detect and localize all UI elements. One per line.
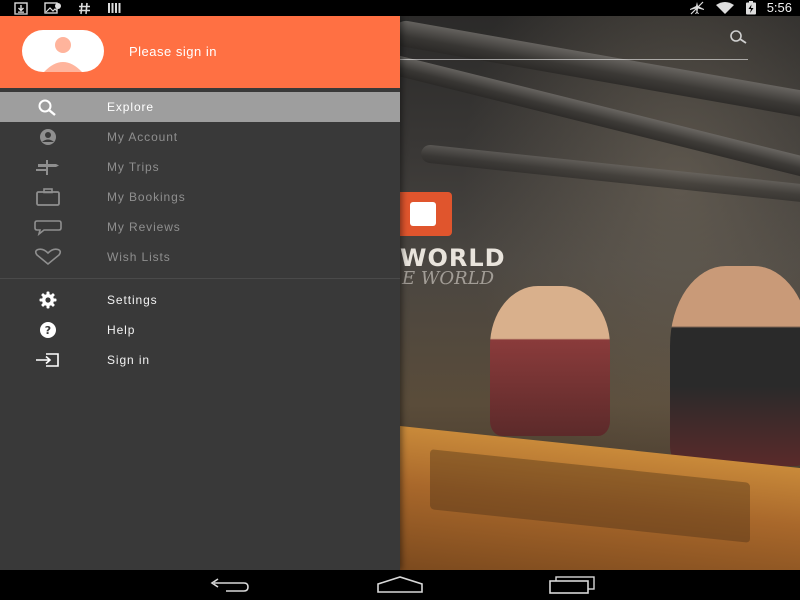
- search-underline: [400, 59, 748, 60]
- avatar-placeholder-icon: [44, 37, 82, 72]
- status-bar-notifications: [14, 0, 123, 16]
- drawer-item-my-reviews[interactable]: My Reviews: [0, 212, 400, 242]
- drawer-header[interactable]: Please sign in: [0, 16, 400, 88]
- signpost-icon: [32, 152, 64, 182]
- drawer-item-help[interactable]: ? Help: [0, 315, 400, 345]
- sign-in-icon: [32, 345, 64, 375]
- speech-bubble-icon: [32, 212, 64, 242]
- drawer-item-label: My Account: [107, 130, 179, 144]
- drawer-item-label: My Trips: [107, 160, 160, 174]
- svg-text:?: ?: [45, 324, 51, 337]
- navigation-drawer: Please sign in Explore My Account My Tri…: [0, 16, 400, 570]
- gear-icon: [32, 285, 64, 315]
- barcode-icon: [107, 2, 123, 14]
- explore-background: WORLD E WORLD: [400, 16, 800, 570]
- drawer-item-label: Settings: [107, 293, 158, 307]
- drawer-item-label: My Reviews: [107, 220, 181, 234]
- drawer-item-wish-lists[interactable]: Wish Lists: [0, 242, 400, 272]
- system-nav-bar: [0, 570, 800, 600]
- background-photo-person: [670, 266, 800, 466]
- drawer-item-label: Sign in: [107, 353, 150, 367]
- signin-prompt[interactable]: Please sign in: [129, 44, 217, 59]
- drawer-item-my-trips[interactable]: My Trips: [0, 152, 400, 182]
- briefcase-icon: [32, 182, 64, 212]
- avatar[interactable]: [22, 30, 104, 72]
- drawer-item-explore[interactable]: Explore: [0, 92, 400, 122]
- drawer-item-my-account[interactable]: My Account: [0, 122, 400, 152]
- drawer-item-label: Help: [107, 323, 136, 337]
- drawer-item-label: My Bookings: [107, 190, 186, 204]
- image-icon: [44, 1, 62, 15]
- heart-icon: [32, 242, 64, 272]
- drawer-menu: Explore My Account My Trips My Bookings …: [0, 92, 400, 375]
- status-bar: 5:56: [0, 0, 800, 16]
- drawer-item-label: Explore: [107, 100, 154, 114]
- recents-icon[interactable]: [548, 575, 596, 595]
- back-icon[interactable]: [204, 575, 252, 595]
- drawer-item-my-bookings[interactable]: My Bookings: [0, 182, 400, 212]
- status-bar-system: 5:56: [689, 0, 792, 16]
- background-wall-script: E WORLD: [402, 268, 495, 289]
- home-icon[interactable]: [376, 575, 424, 595]
- help-icon: ?: [32, 315, 64, 345]
- drawer-item-sign-in[interactable]: Sign in: [0, 345, 400, 375]
- drawer-divider: [0, 278, 400, 279]
- search-icon: [32, 92, 64, 122]
- background-photo-sign: [400, 192, 452, 236]
- account-icon: [32, 122, 64, 152]
- search-icon[interactable]: [728, 29, 748, 49]
- drawer-item-settings[interactable]: Settings: [0, 285, 400, 315]
- status-bar-clock: 5:56: [766, 0, 792, 15]
- download-icon: [14, 1, 28, 15]
- battery-charging-icon: [745, 1, 757, 15]
- airplane-mode-icon: [689, 1, 705, 15]
- background-photo-person: [490, 286, 610, 436]
- drawer-item-label: Wish Lists: [107, 250, 171, 264]
- wifi-icon: [715, 1, 735, 15]
- hash-icon: [78, 2, 91, 15]
